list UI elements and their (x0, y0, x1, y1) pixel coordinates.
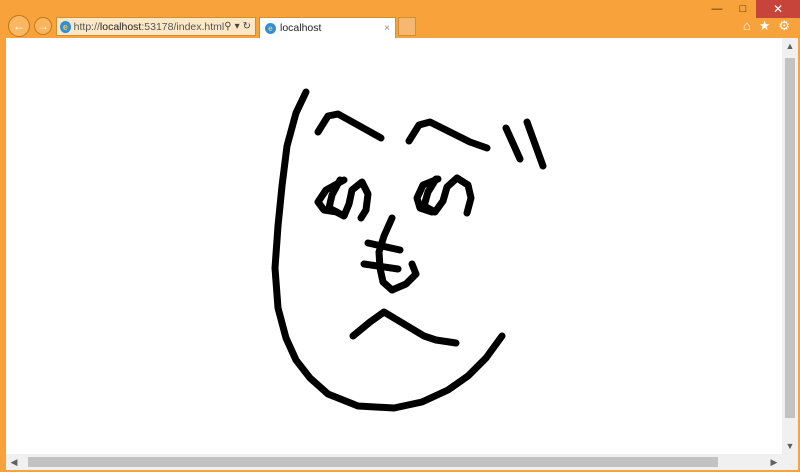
dakuten-stroke-2 (523, 118, 547, 170)
ie-page-icon: e (60, 20, 71, 33)
scroll-left-icon[interactable]: ◀ (6, 454, 22, 470)
forward-arrow-icon: → (37, 19, 49, 33)
nose-bar-2-stroke (360, 260, 402, 273)
tab-title: localhost (280, 22, 322, 34)
vertical-scrollbar[interactable]: ▲ ▼ (782, 38, 798, 454)
address-bar[interactable]: e http://localhost:53178/index.html ⚲ ▾ … (56, 17, 256, 36)
search-icon[interactable]: ⚲ (224, 21, 231, 32)
nose-vertical-stroke (375, 214, 396, 294)
dropdown-icon[interactable]: ▾ (235, 21, 240, 32)
right-eyebrow-stroke (405, 118, 491, 152)
drawing-canvas[interactable] (6, 38, 782, 454)
url-path: :53178/index.html (141, 20, 225, 33)
navigation-bar: ← → e http://localhost:53178/index.html … (0, 15, 800, 38)
address-tools: ⚲ ▾ ↻ (224, 21, 255, 32)
url-host: localhost (99, 20, 142, 33)
left-eyebrow-stroke (314, 110, 385, 142)
page-viewport[interactable] (6, 38, 782, 454)
url-prefix: http:// (73, 20, 100, 33)
mouth-stroke (349, 308, 460, 347)
back-arrow-icon: ← (13, 19, 25, 33)
vertical-scroll-thumb[interactable] (785, 58, 795, 418)
horizontal-scrollbar[interactable]: ◀ ▶ (6, 454, 782, 470)
browser-window: — □ ✕ ← → e http://localhost:53178/index… (0, 0, 800, 472)
scrollbar-corner (782, 454, 798, 470)
scroll-right-icon[interactable]: ▶ (766, 454, 782, 470)
tab-localhost[interactable]: e localhost × (259, 17, 396, 38)
new-tab-button[interactable] (398, 17, 416, 36)
scroll-up-icon[interactable]: ▲ (782, 38, 798, 54)
command-icons: ⌂ ★ ⚙ (743, 18, 790, 34)
back-button[interactable]: ← (8, 15, 30, 37)
address-url[interactable]: http://localhost:53178/index.html (74, 21, 225, 33)
horizontal-scroll-thumb[interactable] (28, 457, 718, 467)
forward-button[interactable]: → (34, 17, 52, 35)
scroll-down-icon[interactable]: ▼ (782, 438, 798, 454)
settings-icon[interactable]: ⚙ (778, 18, 790, 34)
favorites-icon[interactable]: ★ (759, 18, 771, 34)
nose-bar-1-stroke (364, 239, 404, 254)
ie-tab-icon: e (265, 22, 276, 34)
refresh-icon[interactable]: ↻ (243, 21, 251, 32)
dakuten-stroke-1 (502, 124, 524, 163)
tab-close-icon[interactable]: × (384, 23, 390, 34)
home-icon[interactable]: ⌂ (743, 18, 751, 34)
